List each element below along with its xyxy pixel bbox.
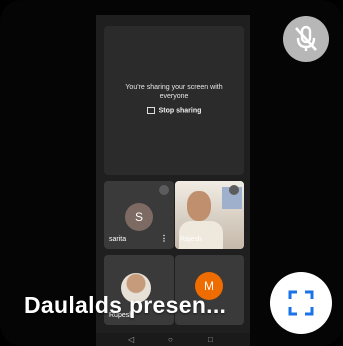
screen-share-panel: You're sharing your screen with everyone… <box>104 26 244 175</box>
home-icon[interactable]: ○ <box>168 335 173 344</box>
android-nav-bar: ◁ ○ □ <box>96 333 250 346</box>
mic-status-icon <box>159 185 169 195</box>
mic-off-button[interactable] <box>283 16 329 62</box>
participant-tile-video[interactable]: Rajesh <box>175 181 244 249</box>
sharing-message: You're sharing your screen with everyone <box>125 84 223 100</box>
person-face <box>187 191 211 221</box>
meeting-screen: You're sharing your screen with everyone… <box>0 0 343 346</box>
stop-sharing-icon <box>146 107 155 114</box>
participant-tile-sarita[interactable]: S sarita ⋮ <box>104 181 174 249</box>
fullscreen-button[interactable] <box>270 272 332 334</box>
mic-off-icon <box>295 25 317 51</box>
recents-icon[interactable]: □ <box>208 335 213 344</box>
participant-name: sarita <box>109 236 127 243</box>
presenter-label: Daulalds presen... <box>24 292 227 318</box>
avatar: S <box>125 203 153 231</box>
more-options-icon[interactable]: ⋮ <box>160 234 168 243</box>
fullscreen-icon <box>288 290 314 316</box>
person-shirt <box>179 221 223 249</box>
mic-status-icon <box>229 185 239 195</box>
stop-sharing-label: Stop sharing <box>158 107 202 115</box>
back-icon[interactable]: ◁ <box>128 335 134 344</box>
participant-name: Rajesh <box>180 236 202 243</box>
stop-sharing-button[interactable]: Stop sharing <box>104 107 244 114</box>
